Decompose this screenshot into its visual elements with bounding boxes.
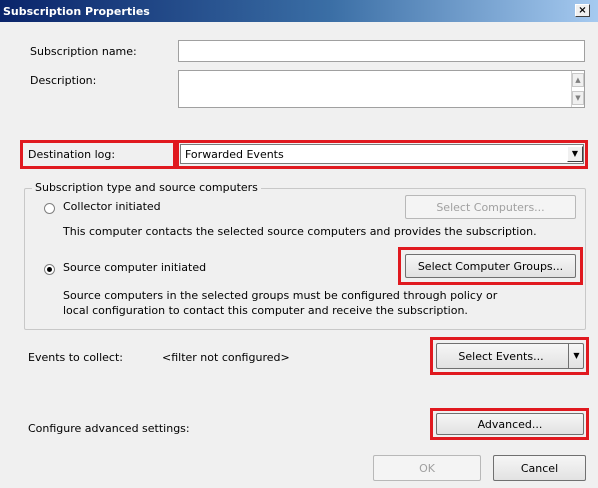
collector-initiated-radio[interactable] — [44, 203, 55, 214]
close-button[interactable]: × — [575, 4, 590, 17]
source-description-line2: local configuration to contact this comp… — [63, 304, 468, 317]
source-initiated-label: Source computer initiated — [63, 261, 207, 274]
source-description-line1: Source computers in the selected groups … — [63, 289, 498, 302]
collector-description: This computer contacts the selected sour… — [63, 225, 537, 238]
source-initiated-radio[interactable] — [44, 264, 55, 275]
destination-log-value: Forwarded Events — [185, 148, 284, 161]
description-label: Description: — [30, 74, 97, 87]
subscription-type-legend: Subscription type and source computers — [32, 181, 261, 194]
destination-log-select[interactable]: Forwarded Events ▼ — [180, 144, 584, 164]
select-events-label: Select Events... — [458, 349, 544, 363]
advanced-settings-label: Configure advanced settings: — [28, 422, 190, 435]
collector-initiated-label: Collector initiated — [63, 200, 161, 213]
select-computer-groups-button[interactable]: Select Computer Groups... — [405, 254, 576, 278]
split-dropdown-icon[interactable]: ▼ — [568, 344, 584, 368]
destination-log-label: Destination log: — [28, 148, 116, 161]
subscription-name-label: Subscription name: — [30, 45, 137, 58]
description-scrollbar[interactable]: ▲ ▼ — [571, 71, 585, 107]
scroll-down-icon[interactable]: ▼ — [572, 91, 584, 105]
cancel-button[interactable]: Cancel — [493, 455, 586, 481]
events-to-collect-label: Events to collect: — [28, 351, 124, 364]
radio-selected-dot — [47, 267, 52, 272]
subscription-name-input[interactable] — [178, 40, 585, 62]
description-textarea[interactable]: ▲ ▼ — [178, 70, 585, 108]
select-events-button[interactable]: Select Events... ▼ — [436, 343, 584, 369]
chevron-down-icon[interactable]: ▼ — [567, 146, 583, 162]
ok-button[interactable]: OK — [373, 455, 481, 481]
events-filter-value: <filter not configured> — [162, 351, 290, 364]
window-title: Subscription Properties — [3, 5, 150, 18]
advanced-button[interactable]: Advanced... — [436, 413, 584, 435]
scroll-up-icon[interactable]: ▲ — [572, 73, 584, 87]
select-computers-button[interactable]: Select Computers... — [405, 195, 576, 219]
